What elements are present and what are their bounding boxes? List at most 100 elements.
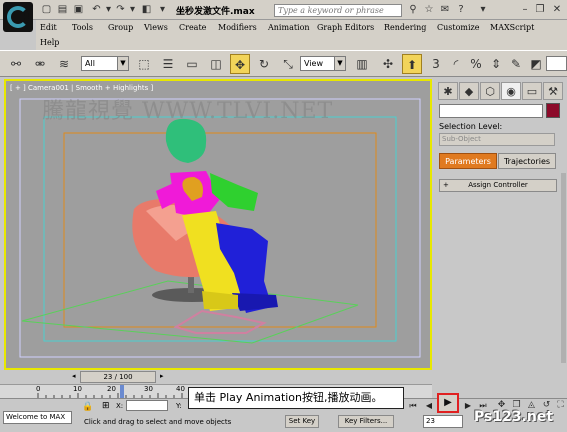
menu-create[interactable]: Create xyxy=(179,23,206,32)
chevron-down-icon: ▼ xyxy=(117,57,128,70)
reference-coord-value: View xyxy=(304,59,323,68)
select-and-scale-icon[interactable]: ⤡ xyxy=(278,54,298,74)
time-slider-prev-icon[interactable]: ◂ xyxy=(72,372,76,380)
reference-coord-dropdown[interactable]: View ▼ xyxy=(300,56,346,71)
search-input[interactable]: Type a keyword or phrase xyxy=(274,4,402,17)
selection-filter-value: All xyxy=(85,59,95,68)
restore-icon[interactable]: ❐ xyxy=(533,3,547,17)
tab-create-icon[interactable]: ✱ xyxy=(438,82,458,100)
site-logo-text: Ps123.net xyxy=(474,409,554,425)
tab-motion-icon[interactable]: ◉ xyxy=(501,82,521,100)
menu-maxscript[interactable]: MAXScript xyxy=(490,23,534,32)
select-and-move-icon[interactable]: ✥ xyxy=(230,54,250,74)
keyboard-shortcut-override-icon[interactable]: ⬆ xyxy=(402,54,422,74)
unlink-icon[interactable]: ⚮ xyxy=(30,54,50,74)
menu-group[interactable]: Group xyxy=(108,23,133,32)
tab-hierarchy-icon[interactable]: ⬡ xyxy=(480,82,500,100)
set-key-button[interactable]: Set Key xyxy=(285,415,319,428)
command-panel-scrollbar[interactable] xyxy=(561,173,566,363)
key-filters-button[interactable]: Key Filters... xyxy=(338,415,394,428)
menu-help[interactable]: Help xyxy=(40,38,59,47)
tab-modify-icon[interactable]: ◆ xyxy=(459,82,479,100)
select-and-rotate-icon[interactable]: ↻ xyxy=(254,54,274,74)
app-logo-icon[interactable] xyxy=(3,2,33,32)
rectangular-selection-icon[interactable]: ▭ xyxy=(182,54,202,74)
select-and-link-icon[interactable]: ⚯ xyxy=(6,54,26,74)
object-name-field[interactable] xyxy=(439,104,543,118)
command-panel: ✱ ◆ ⬡ ◉ ▭ ⚒ Selection Level: Sub-Object … xyxy=(434,79,567,370)
maximize-viewport-icon[interactable]: ⛶ xyxy=(554,399,567,412)
spinner-snap-icon[interactable]: ⇕ xyxy=(486,54,506,74)
named-selection-dropdown[interactable] xyxy=(546,56,567,71)
menu-rendering[interactable]: Rendering xyxy=(384,23,426,32)
window-crossing-icon[interactable]: ◫ xyxy=(206,54,226,74)
menu-edit[interactable]: Edit xyxy=(40,23,57,32)
tick-label: 0 xyxy=(36,385,41,393)
menu-customize[interactable]: Customize xyxy=(437,23,480,32)
lock-selection-icon[interactable]: 🔒 xyxy=(82,402,93,412)
main-toolbar: ⚯ ⚮ ≋ All ▼ ⬚ ☰ ▭ ◫ ✥ ↻ ⤡ View ▼ ▥ ✣ ⬆ 3… xyxy=(0,50,567,77)
subobject-dropdown[interactable]: Sub-Object xyxy=(439,133,555,146)
named-selection-sets-icon[interactable]: ◩ xyxy=(526,54,546,74)
camera-viewport[interactable]: [ + ] Camera001 | Smooth + Highlights ] … xyxy=(4,79,432,370)
play-animation-button[interactable]: ▶ xyxy=(437,393,459,413)
open-file-icon[interactable]: ▤ xyxy=(56,3,69,16)
pivot-center-icon[interactable]: ▥ xyxy=(352,54,372,74)
tab-utilities-icon[interactable]: ⚒ xyxy=(543,82,563,100)
tab-display-icon[interactable]: ▭ xyxy=(522,82,542,100)
current-frame-field[interactable]: 23 xyxy=(423,415,463,428)
tick-label: 40 xyxy=(176,385,185,393)
instruction-callout: 单击 Play Animation按钮,播放动画。 xyxy=(188,387,404,409)
hold-icon[interactable]: ◧ xyxy=(140,3,153,16)
time-slider[interactable]: ◂ 23 / 100 ▸ xyxy=(0,370,432,384)
communication-center-icon[interactable]: ✉ xyxy=(438,3,452,17)
redo-dropdown-icon[interactable]: ▾ xyxy=(126,3,139,16)
percent-snap-icon[interactable]: % xyxy=(466,54,486,74)
edit-named-selection-icon[interactable]: ✎ xyxy=(506,54,526,74)
time-slider-next-icon[interactable]: ▸ xyxy=(160,372,164,380)
tick-label: 30 xyxy=(144,385,153,393)
menu-graph-editors[interactable]: Graph Editors xyxy=(317,23,374,32)
select-manipulate-icon[interactable]: ✣ xyxy=(378,54,398,74)
save-file-icon[interactable]: ▣ xyxy=(72,3,85,16)
next-frame-icon[interactable]: ▶ xyxy=(461,399,475,413)
character-arm-right xyxy=(210,173,258,211)
tab-parameters[interactable]: Parameters xyxy=(439,153,497,169)
assign-controller-label: Assign Controller xyxy=(468,181,528,189)
help-icon[interactable]: ? xyxy=(454,3,468,17)
new-file-icon[interactable]: ▢ xyxy=(40,3,53,16)
coord-x-field[interactable] xyxy=(126,400,168,411)
snaps-toggle-icon[interactable]: 3 xyxy=(426,54,446,74)
character-foot-blue xyxy=(232,293,278,311)
tick-label: 20 xyxy=(107,385,116,393)
go-to-start-icon[interactable]: ⏮ xyxy=(406,399,420,413)
motion-path xyxy=(173,309,267,334)
bind-space-warp-icon[interactable]: ≋ xyxy=(54,54,74,74)
minimize-icon[interactable]: – xyxy=(518,3,532,17)
select-object-icon[interactable]: ⬚ xyxy=(134,54,154,74)
selection-filter-dropdown[interactable]: All ▼ xyxy=(81,56,129,71)
help-dropdown-icon[interactable]: ▾ xyxy=(476,3,490,17)
select-by-name-icon[interactable]: ☰ xyxy=(158,54,178,74)
close-icon[interactable]: ✕ xyxy=(550,3,564,17)
angle-snap-icon[interactable]: ◜ xyxy=(446,54,466,74)
assign-controller-rollout[interactable]: + Assign Controller xyxy=(439,179,557,192)
time-slider-thumb[interactable]: 23 / 100 xyxy=(80,371,156,383)
menu-tools[interactable]: Tools xyxy=(72,23,93,32)
maxscript-listener-field[interactable]: Welcome to MAX xyxy=(3,411,72,424)
tab-trajectories[interactable]: Trajectories xyxy=(498,153,556,169)
absolute-mode-icon[interactable]: ⊞ xyxy=(102,401,110,411)
menu-modifiers[interactable]: Modifiers xyxy=(218,23,257,32)
window-title: 坐秒发激文件.max xyxy=(176,7,255,17)
object-color-swatch[interactable] xyxy=(546,103,560,118)
viewport-label[interactable]: [ + ] Camera001 | Smooth + Highlights ] xyxy=(10,84,153,92)
subscription-icon[interactable]: ☆ xyxy=(422,3,436,17)
previous-frame-icon[interactable]: ◀ xyxy=(422,399,436,413)
menu-bar: Edit Tools Group Views Create Modifiers … xyxy=(36,20,567,50)
menu-views[interactable]: Views xyxy=(144,23,168,32)
menu-animation[interactable]: Animation xyxy=(268,23,310,32)
chevron-down-icon: ▼ xyxy=(334,57,345,70)
tick-label: 10 xyxy=(73,385,82,393)
search-binoculars-icon[interactable]: ⚲ xyxy=(406,3,420,17)
quick-access-dropdown-icon[interactable]: ▾ xyxy=(156,3,169,16)
